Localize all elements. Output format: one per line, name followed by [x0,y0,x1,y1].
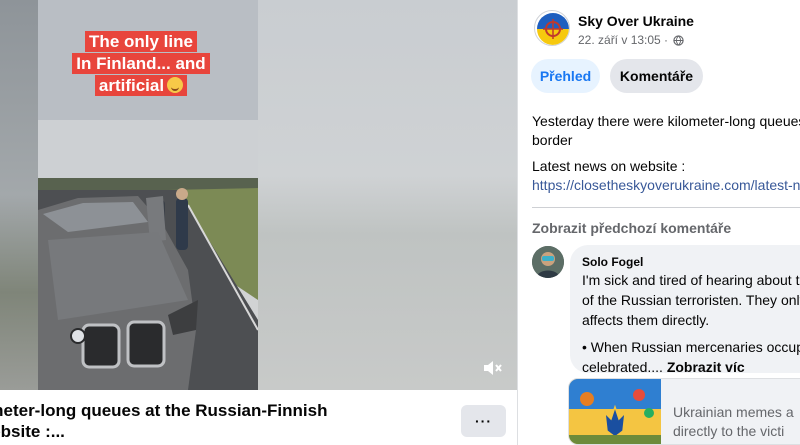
post-text: Yesterday there were kilometer-long queu… [532,113,800,148]
page-avatar[interactable] [534,10,570,46]
post-timestamp[interactable]: 22. září v 13:05 · [578,33,685,47]
comment-text: I'm sick and tired of hearing about t [582,272,800,288]
commenter-photo-icon [532,246,564,278]
comment-text: affects them directly. [582,312,710,328]
link-preview-text: Ukrainian memes a directly to the victi [673,404,794,439]
heart-eyes-emoji-icon [167,77,184,93]
video-title: ometer-long queues at the Russian-Finnis… [0,401,328,441]
comment-text: of the Russian terroristen. They only [582,292,800,308]
news-link[interactable]: https://closetheskyoverukraine.com/lates… [532,176,800,195]
comment-text: celebrated.... Zobrazit víc [582,359,745,375]
see-more-link[interactable]: Zobrazit víc [667,359,745,375]
avatar[interactable] [532,246,564,278]
sky-over-ukraine-logo-icon [537,13,569,45]
ukrainian-trident-image-icon [569,379,661,444]
comment-text: • When Russian mercenaries occupie [582,339,800,355]
link-preview-thumbnail [569,379,661,444]
link-preview-card[interactable]: Ukrainian memes a directly to the victi [568,378,800,445]
tab-comments[interactable]: Komentáře [610,59,703,93]
caption-line: The only line [85,31,197,52]
video-frame[interactable]: The only line In Finland... and artifici… [38,0,258,390]
post-panel: Sky Over Ukraine 22. září v 13:05 · Přeh… [517,0,800,445]
divider [532,207,800,208]
news-label: Latest news on website : [532,158,686,174]
caption-line: artificial [94,75,188,96]
video-blur-left [0,0,38,390]
video-title-bar: ometer-long queues at the Russian-Finnis… [0,390,517,445]
comment-bubble: Solo Fogel I'm sick and tired of hearing… [570,245,800,375]
video-player[interactable]: The only line In Finland... and artifici… [0,0,517,390]
more-options-button[interactable]: ··· [461,405,506,437]
volume-muted-icon[interactable] [480,356,504,380]
tab-overview[interactable]: Přehled [531,59,600,93]
caption-line: In Finland... and [72,53,210,74]
video-caption: The only line In Finland... and artifici… [66,31,216,97]
show-previous-comments-link[interactable]: Zobrazit předchozí komentáře [532,220,731,236]
commenter-name[interactable]: Solo Fogel [582,254,800,270]
page-name[interactable]: Sky Over Ukraine [578,13,694,29]
globe-icon [673,35,685,46]
